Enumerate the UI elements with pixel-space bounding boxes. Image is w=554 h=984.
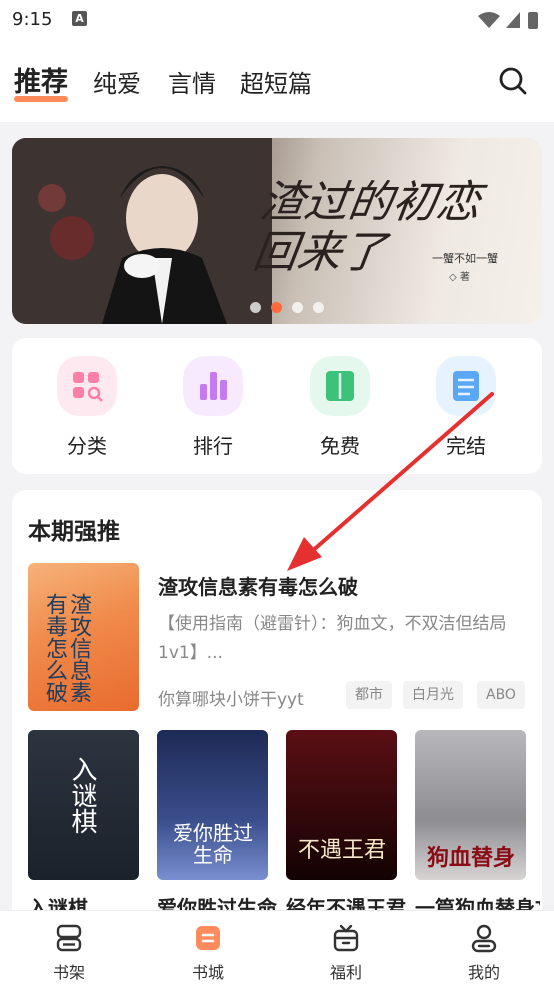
banner-illustration <box>12 138 272 324</box>
category-shortcuts: 分类 排行 免费 完结 <box>12 338 542 474</box>
category-label: 排行 <box>193 434 233 458</box>
book-cover[interactable]: 爱你胜过生命 <box>157 730 268 880</box>
book-cover[interactable]: 不遇王君 <box>286 730 397 880</box>
signal-icons <box>478 12 538 29</box>
bar-chart-icon <box>183 356 243 416</box>
book-cover-title: 狗血替身 <box>426 845 515 871</box>
active-tab-indicator <box>14 96 68 102</box>
tab-pure-love[interactable]: 纯爱 <box>93 64 141 99</box>
genre-tag[interactable]: ABO <box>477 681 525 709</box>
featured-book-description[interactable]: 【使用指南（避雷针）：狗血文，不双洁但结局1v1】... <box>158 610 532 668</box>
cellular-icon <box>506 12 520 28</box>
banner-dot[interactable] <box>313 302 324 313</box>
notification-icon: A <box>72 11 87 26</box>
category-label: 分类 <box>67 434 107 458</box>
book-cover-title: 爱你胜过生命 <box>173 821 253 867</box>
bottom-nav-label: 我的 <box>467 963 500 982</box>
genre-tag[interactable]: 都市 <box>346 681 392 709</box>
wifi-icon <box>478 12 500 28</box>
battery-icon <box>528 12 538 29</box>
category-button-classify[interactable]: 分类 <box>42 356 132 458</box>
document-icon <box>436 356 496 416</box>
book-cover[interactable]: 狗血替身 <box>415 730 526 880</box>
featured-book-cover[interactable]: 渣攻信息素有毒怎么破 <box>28 563 139 711</box>
banner-dot-active[interactable] <box>271 302 282 313</box>
section-title: 本期强推 <box>28 519 120 545</box>
bottom-nav-label: 福利 <box>329 963 362 982</box>
bottom-nav-bookstore[interactable]: 书城 <box>163 911 253 984</box>
status-bar: 9:15 A <box>0 0 554 40</box>
bottom-nav-label: 书城 <box>191 963 224 982</box>
profile-icon <box>471 924 497 953</box>
category-label: 完结 <box>446 434 486 458</box>
gift-icon <box>333 924 359 952</box>
top-nav: 推荐 纯爱 言情 超短篇 <box>0 40 554 122</box>
category-button-ranking[interactable]: 排行 <box>168 356 258 458</box>
category-button-completed[interactable]: 完结 <box>421 356 511 458</box>
book-cover[interactable]: 入谜棋 <box>28 730 139 880</box>
bottom-nav-rewards[interactable]: 福利 <box>301 911 391 984</box>
tab-short-stories[interactable]: 超短篇 <box>240 64 312 99</box>
status-time: 9:15 <box>12 9 53 30</box>
banner-pagination <box>250 302 330 314</box>
book-icon <box>310 356 370 416</box>
bookstore-icon <box>196 926 220 950</box>
bottom-nav-label: 书架 <box>52 963 85 982</box>
weekly-picks-section: 本期强推 渣攻信息素有毒怎么破 渣攻信息素有毒怎么破 【使用指南（避雷针）：狗血… <box>12 490 542 920</box>
banner-dot[interactable] <box>292 302 303 313</box>
bottom-nav-bookshelf[interactable]: 书架 <box>24 911 114 984</box>
tab-recommend[interactable]: 推荐 <box>14 60 68 99</box>
genre-tag[interactable]: 白月光 <box>403 681 463 709</box>
featured-cover-title: 渣攻信息素有毒怎么破 <box>42 593 91 703</box>
tab-romance[interactable]: 言情 <box>168 64 216 99</box>
bottom-nav-profile[interactable]: 我的 <box>439 911 529 984</box>
grid-search-icon <box>57 356 117 416</box>
book-cover-title: 入谜棋 <box>67 756 97 834</box>
banner-author: ◇ 著 <box>449 272 470 283</box>
featured-book-title[interactable]: 渣攻信息素有毒怎么破 <box>158 571 358 600</box>
category-button-free[interactable]: 免费 <box>295 356 385 458</box>
banner-dot[interactable] <box>250 302 261 313</box>
featured-book-author: 你算哪块小饼干yyt <box>158 690 304 710</box>
bottom-nav: 书架 书城 福利 我的 <box>0 910 554 984</box>
bookshelf-icon <box>56 924 82 952</box>
promo-banner[interactable]: 渣过的初恋回来了 一蟹不如一蟹 ◇ 著 <box>12 138 542 324</box>
category-label: 免费 <box>320 434 360 458</box>
search-icon[interactable] <box>496 64 530 98</box>
banner-subtitle: 一蟹不如一蟹 <box>432 252 498 265</box>
book-cover-title: 不遇王君 <box>297 838 386 863</box>
